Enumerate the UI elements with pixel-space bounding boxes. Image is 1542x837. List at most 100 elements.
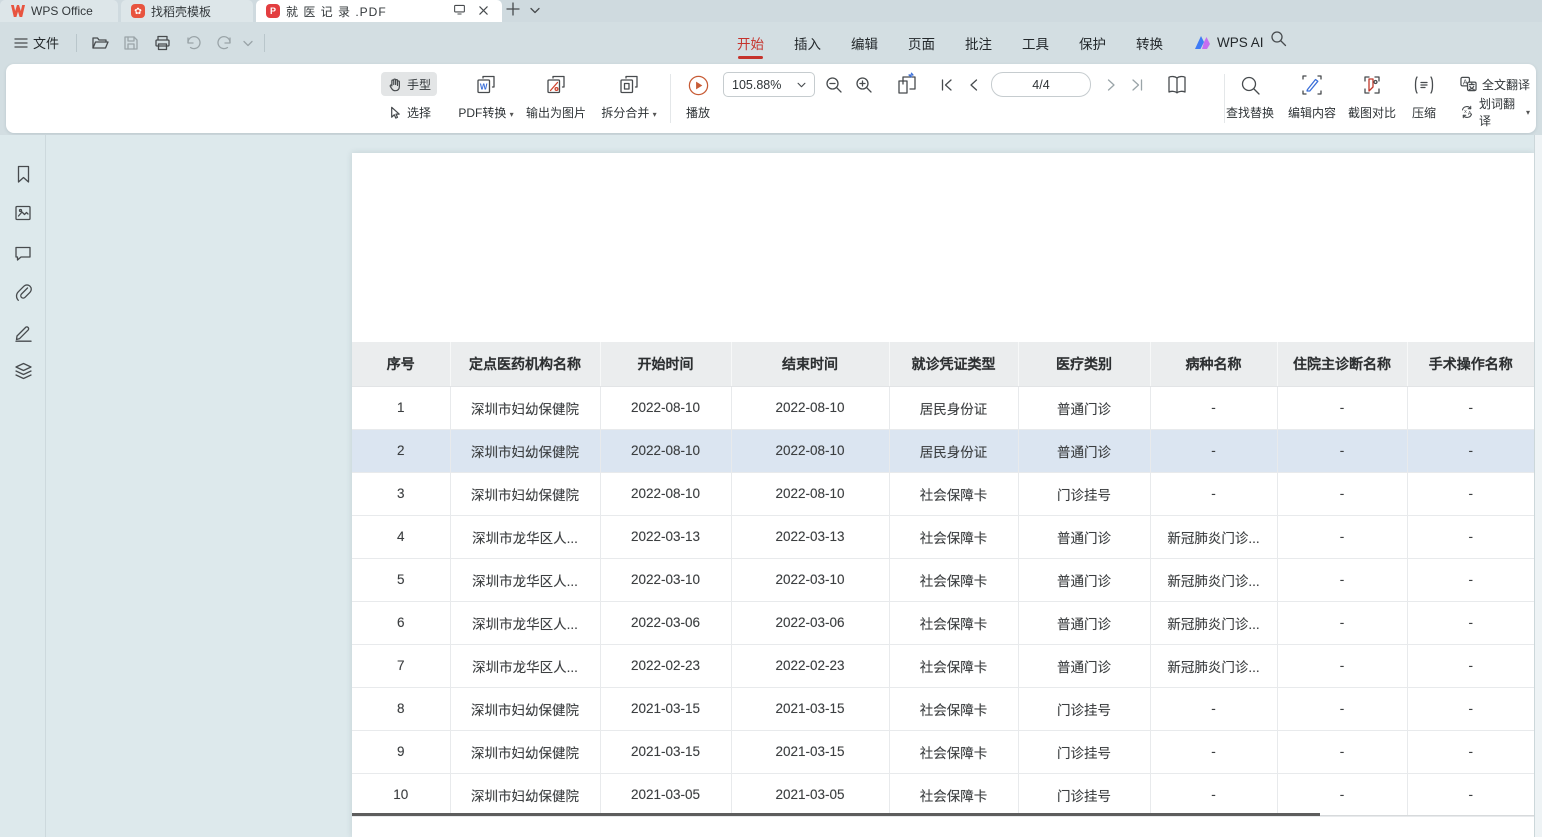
table-cell: 深圳市妇幼保健院: [450, 773, 600, 816]
select-tool-button[interactable]: 选择: [381, 100, 437, 124]
table-cell: 社会保障卡: [889, 472, 1018, 515]
table-row: 6深圳市龙华区人...2022-03-062022-03-06社会保障卡普通门诊…: [352, 601, 1534, 644]
wps-ai-label: WPS AI: [1217, 35, 1264, 50]
menu-tab-6[interactable]: 保护: [1078, 27, 1107, 59]
wps-ai-button[interactable]: WPS AI: [1194, 22, 1264, 63]
zoom-value: 105.88%: [732, 78, 781, 92]
table-cell: 新冠肺炎门诊...: [1150, 558, 1277, 601]
table-cell: -: [1150, 386, 1277, 429]
menu-tab-4[interactable]: 批注: [964, 27, 993, 59]
table-row: 10深圳市妇幼保健院2021-03-052021-03-05社会保障卡门诊挂号-…: [352, 773, 1534, 816]
table-cell: 2022-08-10: [731, 472, 889, 515]
pdf-page[interactable]: 序号定点医药机构名称开始时间结束时间就诊凭证类型医疗类别病种名称住院主诊断名称手…: [352, 153, 1534, 837]
previous-page-icon[interactable]: [961, 72, 987, 98]
table-cell: -: [1407, 515, 1534, 558]
table-cell: -: [1407, 558, 1534, 601]
word-translate-button[interactable]: xA 划词翻译 ▾: [1454, 100, 1536, 124]
next-page-icon[interactable]: [1098, 72, 1124, 98]
redo-icon[interactable]: [212, 31, 236, 55]
table-cell: 门诊挂号: [1018, 773, 1150, 816]
tab-list-chevron-icon[interactable]: [530, 6, 540, 16]
table-cell: -: [1277, 472, 1407, 515]
undo-icon[interactable]: [181, 31, 205, 55]
table-cell: 深圳市龙华区人...: [450, 515, 600, 558]
table-header-cell: 病种名称: [1150, 342, 1277, 386]
table-cell: -: [1277, 773, 1407, 816]
split-merge-button[interactable]: 拆分合并 ▾: [594, 72, 664, 121]
table-cell: 社会保障卡: [889, 687, 1018, 730]
undo-history-chevron-icon[interactable]: [243, 34, 253, 52]
save-icon[interactable]: [119, 31, 143, 55]
open-file-icon[interactable]: [88, 31, 112, 55]
table-cell: -: [1407, 644, 1534, 687]
wps-ai-logo-icon: [1194, 35, 1211, 50]
print-icon[interactable]: [150, 31, 174, 55]
table-cell: 2022-03-06: [731, 601, 889, 644]
table-row: 1深圳市妇幼保健院2022-08-102022-08-10居民身份证普通门诊--…: [352, 386, 1534, 429]
attachment-icon[interactable]: [12, 281, 34, 303]
hand-tool-button[interactable]: 手型: [381, 72, 437, 96]
layers-icon[interactable]: [12, 360, 34, 382]
export-image-icon: [521, 72, 591, 98]
svg-text:A: A: [1468, 111, 1472, 117]
first-page-icon[interactable]: [934, 72, 960, 98]
table-cell: 普通门诊: [1018, 429, 1150, 472]
hand-tool-label: 手型: [407, 76, 431, 93]
document-tab-active[interactable]: P 就 医 记 录 .PDF: [256, 0, 502, 22]
zoom-out-icon[interactable]: [821, 72, 847, 98]
signature-icon[interactable]: [12, 321, 34, 343]
menu-tab-1[interactable]: 插入: [793, 27, 822, 59]
table-cell: -: [1277, 429, 1407, 472]
menu-tab-7[interactable]: 转换: [1135, 27, 1164, 59]
table-cell: 2021-03-15: [731, 687, 889, 730]
table-cell: 2022-03-10: [731, 558, 889, 601]
table-cell: 1: [352, 386, 450, 429]
full-translate-icon: A: [1460, 76, 1477, 92]
table-cell: 深圳市妇幼保健院: [450, 687, 600, 730]
rotate-pages-icon[interactable]: [892, 70, 922, 100]
thumbnails-icon[interactable]: [12, 202, 34, 224]
play-button[interactable]: 播放: [666, 72, 730, 121]
table-header-cell: 住院主诊断名称: [1277, 342, 1407, 386]
page-indicator-input[interactable]: 4/4: [991, 72, 1091, 97]
vertical-scrollbar[interactable]: [1534, 135, 1542, 837]
table-cell: 深圳市龙华区人...: [450, 558, 600, 601]
pdf-convert-button[interactable]: W PDF转换 ▾: [451, 72, 521, 121]
pdf-convert-icon: W: [451, 72, 521, 98]
menu-tab-2[interactable]: 编辑: [850, 27, 879, 59]
table-header-cell: 结束时间: [731, 342, 889, 386]
search-icon[interactable]: [1270, 30, 1287, 52]
last-page-icon[interactable]: [1124, 72, 1150, 98]
comment-icon[interactable]: [12, 242, 34, 264]
menu-tab-0[interactable]: 开始: [736, 27, 765, 59]
close-tab-icon[interactable]: [474, 4, 492, 19]
table-cell: 新冠肺炎门诊...: [1150, 601, 1277, 644]
bookmark-icon[interactable]: [12, 163, 34, 185]
monitor-icon[interactable]: [450, 3, 468, 19]
app-tab-wps-office[interactable]: WPS Office: [0, 0, 118, 22]
menu-tab-5[interactable]: 工具: [1021, 27, 1050, 59]
app-tab-docer[interactable]: ✿ 找稻壳模板: [121, 0, 253, 22]
edit-content-button[interactable]: 编辑内容: [1281, 72, 1343, 121]
table-cell: 普通门诊: [1018, 644, 1150, 687]
compress-button[interactable]: 压缩: [1398, 72, 1450, 121]
table-header-cell: 医疗类别: [1018, 342, 1150, 386]
file-menu-button[interactable]: 文件: [8, 29, 65, 56]
table-row: 9深圳市妇幼保健院2021-03-152021-03-15社会保障卡门诊挂号--…: [352, 730, 1534, 773]
menu-tab-3[interactable]: 页面: [907, 27, 936, 59]
docer-icon: ✿: [131, 4, 145, 18]
zoom-level-dropdown[interactable]: 105.88%: [723, 72, 815, 97]
export-image-button[interactable]: 输出为图片: [521, 72, 591, 121]
new-tab-button[interactable]: [506, 2, 520, 21]
document-canvas[interactable]: 序号定点医药机构名称开始时间结束时间就诊凭证类型医疗类别病种名称住院主诊断名称手…: [46, 135, 1542, 837]
full-translate-button[interactable]: A 全文翻译: [1454, 72, 1536, 96]
find-replace-button[interactable]: 查找替换: [1219, 72, 1281, 121]
read-mode-icon[interactable]: [1162, 70, 1192, 100]
screenshot-compare-button[interactable]: 截图对比: [1341, 72, 1403, 121]
left-panel-sidebar: [0, 135, 46, 837]
table-cell: 居民身份证: [889, 429, 1018, 472]
hamburger-icon: [14, 37, 28, 49]
table-row: 8深圳市妇幼保健院2021-03-152021-03-15社会保障卡门诊挂号--…: [352, 687, 1534, 730]
zoom-in-icon[interactable]: [851, 72, 877, 98]
table-header-cell: 就诊凭证类型: [889, 342, 1018, 386]
